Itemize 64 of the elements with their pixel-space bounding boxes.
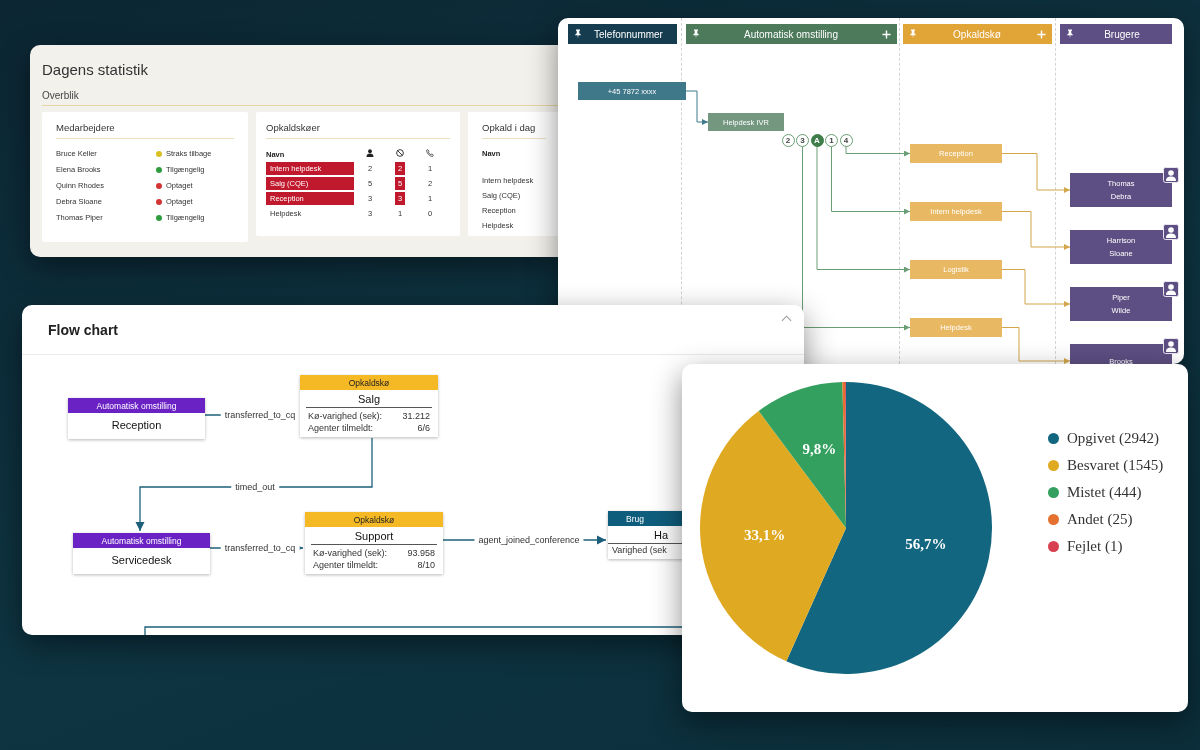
stat-label: Kø-varighed (sek): xyxy=(308,410,383,422)
person-icon xyxy=(366,149,374,157)
phone-icon xyxy=(426,149,434,157)
stat-value: 8/10 xyxy=(417,559,435,571)
slice-value-label: 9,8% xyxy=(802,441,837,458)
node-type-label: Opkaldskø xyxy=(300,375,438,390)
legend-label[interactable]: Andet (25) xyxy=(1067,511,1133,528)
node-name: Ha xyxy=(654,529,669,541)
node-name: Support xyxy=(354,530,394,542)
stat-label: Kø-varighed (sek): xyxy=(313,547,388,559)
node-type-label: Opkaldskø xyxy=(305,512,443,527)
person-icon[interactable] xyxy=(1163,224,1179,240)
menu-option[interactable]: A xyxy=(810,133,824,147)
connector-arrow xyxy=(685,90,709,125)
lane-title: Telefonnummer xyxy=(593,28,664,40)
node-type-label: Brug xyxy=(608,511,684,526)
legend-label[interactable]: Fejlet (1) xyxy=(1067,538,1123,555)
edge-label: timed_out xyxy=(231,482,279,492)
flow-node[interactable]: Automatisk omstilling Servicedesk xyxy=(73,533,210,574)
blocked-icon xyxy=(396,149,404,157)
add-icon[interactable] xyxy=(882,29,891,39)
stat-label: Agenter tilmeldt: xyxy=(308,422,374,434)
lane-title: Automatisk omstilling xyxy=(743,28,839,40)
section-title: Overblik xyxy=(42,90,79,101)
lane-title: Brugere xyxy=(1103,28,1141,40)
flow-node[interactable]: Opkaldskø Support Kø-varighed (sek): 93.958 Agenter tilmeldt: 8/10 xyxy=(305,512,443,574)
node-name: Servicedesk xyxy=(111,554,172,566)
stat-value: 6/6 xyxy=(417,422,430,434)
panel-title: Dagens statistik xyxy=(42,61,148,78)
connector-arrow xyxy=(1001,153,1071,193)
person-icon[interactable] xyxy=(1163,281,1179,297)
node-name: Reception xyxy=(111,419,162,431)
node-type-label: Automatisk omstilling xyxy=(68,398,205,413)
stat-value: 31.212 xyxy=(402,410,430,422)
flow-node[interactable]: Opkaldskø Salg Kø-varighed (sek): 31.212 Agenter tilmeldt: 6/6 xyxy=(300,375,438,437)
panel-title: Flow chart xyxy=(48,321,118,338)
edge-label: transferred_to_cq xyxy=(220,410,300,420)
card-title: Opkald i dag xyxy=(482,122,536,133)
node-type-label: Automatisk omstilling xyxy=(73,533,210,548)
menu-option[interactable]: 3 xyxy=(796,133,809,147)
connector-arrow xyxy=(1001,211,1071,250)
person-icon[interactable] xyxy=(1163,167,1179,183)
node-name: Salg xyxy=(358,393,380,405)
slice-value-label: 56,7% xyxy=(905,535,947,552)
slice-value-label: 33,1% xyxy=(744,527,786,544)
legend-label[interactable]: Opgivet (2942) xyxy=(1067,430,1160,447)
connector-arrow xyxy=(1001,327,1071,364)
stat-label: Agenter tilmeldt: xyxy=(313,559,379,571)
legend-label[interactable]: Mistet (444) xyxy=(1067,484,1142,501)
menu-option[interactable]: 2 xyxy=(781,133,795,147)
stat-value: 93.958 xyxy=(407,547,435,559)
connector-arrow xyxy=(1001,269,1071,307)
menu-option[interactable]: 4 xyxy=(839,133,853,147)
flow-node[interactable]: Brug Ha Varighed (sek xyxy=(608,511,684,559)
person-icon[interactable] xyxy=(1163,338,1179,354)
flow-node[interactable]: Automatisk omstilling Reception xyxy=(68,398,205,439)
lane-title: Opkaldskø xyxy=(952,28,1002,40)
edge-label: transferred_to_cq xyxy=(220,543,300,553)
stat-label: Varighed (sek xyxy=(612,544,667,556)
menu-option[interactable]: 1 xyxy=(825,133,838,147)
card-title: Medarbejdere xyxy=(56,122,115,133)
legend-label[interactable]: Besvaret (1545) xyxy=(1067,457,1164,474)
edge-label: agent_joined_conference xyxy=(474,535,584,545)
card-title: Opkaldskøer xyxy=(266,122,320,133)
